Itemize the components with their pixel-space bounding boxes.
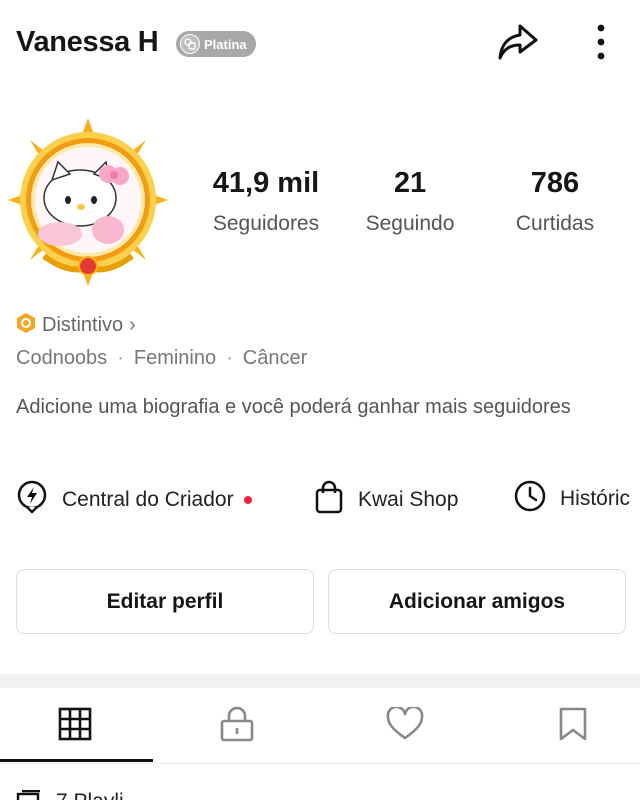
level-badge-icon [180,34,200,54]
profile-username: Vanessa H [16,26,159,58]
tag-gender: Feminino [133,347,217,369]
likes-label: Curtidas [515,212,595,235]
distintivo-label: Distintivo [42,314,124,336]
more-vertical-icon [597,23,605,66]
history-label: Históric [560,486,631,510]
kwai-shop-label: Kwai Shop [358,487,459,511]
share-arrow-icon [496,22,540,67]
share-button[interactable] [494,20,542,68]
active-tab-indicator [0,759,153,762]
profile-tags: Codnoobs · Feminino · Câncer [16,347,307,370]
platina-badge[interactable]: Platina [176,31,256,57]
history-link[interactable]: Históric [514,480,630,517]
heart-icon [386,705,424,746]
tag-zodiac: Câncer [242,347,308,369]
content-tabs [0,688,640,764]
followers-label: Seguidores [212,212,320,235]
grid-icon [58,707,92,746]
distintivo-link[interactable]: Distintivo › [16,312,136,339]
playlist-label: 7 Playli [56,790,124,800]
likes-stat[interactable]: 786 Curtidas [506,165,604,237]
tab-liked[interactable] [330,688,480,764]
tab-saved[interactable] [498,688,640,764]
shopping-bag-icon [314,480,344,519]
badge-icon [16,312,36,339]
likes-count: 786 [530,167,580,199]
followers-count: 41,9 mil [212,167,320,199]
creator-center-link[interactable]: Central do Criador [16,480,252,519]
chevron-right-icon: › [129,314,136,336]
playlist-icon [16,789,42,800]
bookmark-icon [558,707,588,746]
add-friends-button[interactable]: Adicionar amigos [328,569,626,634]
following-stat[interactable]: 21 Seguindo [358,165,462,237]
following-label: Seguindo [365,212,455,235]
section-divider [0,674,640,688]
kwai-shop-link[interactable]: Kwai Shop [314,480,458,519]
following-count: 21 [393,167,427,199]
edit-profile-button[interactable]: Editar perfil [16,569,314,634]
playlist-row[interactable]: 7 Playli [0,776,640,800]
tag-separator: · [117,347,124,369]
creator-center-label: Central do Criador [62,487,234,511]
profile-header: Vanessa H Platina [0,0,640,90]
tab-grid[interactable] [0,688,150,764]
notification-dot [243,495,252,504]
lock-icon [220,706,254,747]
tab-private[interactable] [162,688,312,764]
tag-school: Codnoobs [16,347,108,369]
bio-prompt[interactable]: Adicione uma biografia e você poderá gan… [16,394,616,421]
avatar[interactable] [8,118,168,286]
clock-icon [514,480,546,517]
followers-stat[interactable]: 41,9 mil Seguidores [204,165,328,237]
more-options-button[interactable] [584,20,618,68]
lightning-icon [16,480,48,519]
tag-separator: · [226,347,233,369]
badge-label: Platina [204,36,247,52]
